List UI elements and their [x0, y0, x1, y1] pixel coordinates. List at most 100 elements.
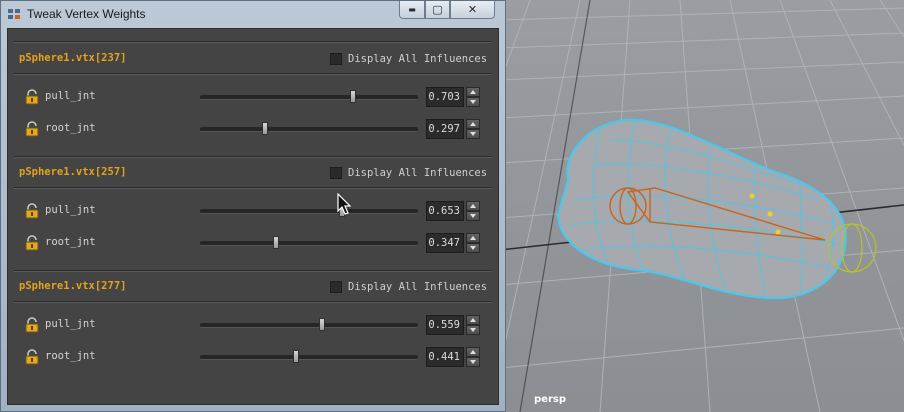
- increment-button[interactable]: [466, 119, 480, 129]
- display-all-checkbox[interactable]: [330, 167, 342, 179]
- slider-handle[interactable]: [272, 236, 279, 249]
- arrow-up-icon: [470, 90, 476, 94]
- joint-name: root_jnt: [45, 350, 96, 362]
- increment-button[interactable]: [466, 201, 480, 211]
- increment-button[interactable]: [466, 87, 480, 97]
- weight-slider[interactable]: [200, 318, 418, 332]
- arrow-up-icon: [470, 236, 476, 240]
- joint-name: pull_jnt: [45, 318, 96, 330]
- display-all-influences-toggle[interactable]: Display All Influences: [330, 280, 487, 294]
- lock-icon[interactable]: [24, 317, 40, 333]
- decrement-button[interactable]: [466, 129, 480, 139]
- decrement-button[interactable]: [466, 243, 480, 253]
- slider-track: [200, 95, 418, 100]
- joint-row: root_jnt 0.347: [8, 231, 498, 255]
- weight-spinner[interactable]: [466, 347, 480, 367]
- vertex-label: pSphere1.vtx[237]: [19, 52, 127, 64]
- weight-slider[interactable]: [200, 236, 418, 250]
- lock-icon[interactable]: [24, 349, 40, 365]
- weights-panel: pSphere1.vtx[237] Display All Influences…: [7, 28, 499, 405]
- section-divider: [14, 270, 492, 272]
- display-all-influences-toggle[interactable]: Display All Influences: [330, 166, 487, 180]
- maximize-button[interactable]: ▢: [425, 1, 450, 19]
- joint-row: pull_jnt 0.703: [8, 85, 498, 109]
- section-divider: [14, 73, 492, 75]
- display-all-checkbox[interactable]: [330, 281, 342, 293]
- arrow-up-icon: [470, 318, 476, 322]
- slider-track: [200, 323, 418, 328]
- window-title: Tweak Vertex Weights: [27, 7, 146, 21]
- decrement-button[interactable]: [466, 211, 480, 221]
- camera-label: persp: [534, 394, 566, 405]
- decrement-button[interactable]: [466, 97, 480, 107]
- display-all-influences-toggle[interactable]: Display All Influences: [330, 52, 487, 66]
- joint-row: pull_jnt 0.559: [8, 313, 498, 337]
- weight-value-field[interactable]: 0.347: [426, 233, 464, 253]
- section-divider: [14, 187, 492, 189]
- arrow-up-icon: [470, 204, 476, 208]
- display-all-label: Display All Influences: [348, 53, 488, 65]
- minimize-button[interactable]: ▬: [399, 1, 425, 19]
- weight-spinner[interactable]: [466, 233, 480, 253]
- weight-slider[interactable]: [200, 90, 418, 104]
- close-icon: ✕: [467, 3, 478, 16]
- title-bar[interactable]: Tweak Vertex Weights ▬ ▢ ✕: [1, 1, 505, 28]
- weight-value-field[interactable]: 0.653: [426, 201, 464, 221]
- slider-track: [200, 355, 418, 360]
- arrow-up-icon: [470, 350, 476, 354]
- tweak-vertex-weights-window[interactable]: Tweak Vertex Weights ▬ ▢ ✕ pSphere1.vtx[…: [0, 0, 506, 412]
- decrement-button[interactable]: [466, 357, 480, 367]
- screen: persp Tweak Vertex Weights ▬ ▢ ✕ pSphere…: [0, 0, 904, 412]
- slider-handle[interactable]: [261, 122, 268, 135]
- lock-icon[interactable]: [24, 121, 40, 137]
- arrow-down-icon: [470, 214, 476, 218]
- weight-slider[interactable]: [200, 204, 418, 218]
- slider-track: [200, 127, 418, 132]
- arrow-down-icon: [470, 132, 476, 136]
- joint-name: pull_jnt: [45, 90, 96, 102]
- weight-slider[interactable]: [200, 350, 418, 364]
- weight-value-field[interactable]: 0.297: [426, 119, 464, 139]
- close-button[interactable]: ✕: [450, 1, 495, 19]
- slider-track: [200, 209, 418, 214]
- arrow-down-icon: [470, 246, 476, 250]
- section-divider: [14, 301, 492, 303]
- viewport-scene: [500, 0, 904, 412]
- joint-row: root_jnt 0.297: [8, 117, 498, 141]
- vertex-label: pSphere1.vtx[277]: [19, 280, 127, 292]
- weight-spinner[interactable]: [466, 201, 480, 221]
- display-all-label: Display All Influences: [348, 281, 488, 293]
- minimize-icon: ▬: [408, 5, 416, 14]
- arrow-up-icon: [470, 122, 476, 126]
- decrement-button[interactable]: [466, 325, 480, 335]
- increment-button[interactable]: [466, 347, 480, 357]
- weight-spinner[interactable]: [466, 119, 480, 139]
- increment-button[interactable]: [466, 233, 480, 243]
- slider-handle[interactable]: [293, 350, 300, 363]
- maya-window-icon: [8, 9, 20, 19]
- slider-track: [200, 241, 418, 246]
- display-all-label: Display All Influences: [348, 167, 488, 179]
- weight-spinner[interactable]: [466, 87, 480, 107]
- joint-row: pull_jnt 0.653: [8, 199, 498, 223]
- slider-handle[interactable]: [318, 318, 325, 331]
- slider-handle[interactable]: [350, 90, 357, 103]
- joint-name: pull_jnt: [45, 204, 96, 216]
- weight-value-field[interactable]: 0.559: [426, 315, 464, 335]
- weight-value-field[interactable]: 0.703: [426, 87, 464, 107]
- lock-icon[interactable]: [24, 235, 40, 251]
- arrow-down-icon: [470, 100, 476, 104]
- lock-icon[interactable]: [24, 203, 40, 219]
- persp-viewport[interactable]: persp: [500, 0, 904, 412]
- section-divider: [14, 41, 492, 43]
- increment-button[interactable]: [466, 315, 480, 325]
- weight-value-field[interactable]: 0.441: [426, 347, 464, 367]
- arrow-down-icon: [470, 360, 476, 364]
- weight-slider[interactable]: [200, 122, 418, 136]
- maximize-icon: ▢: [432, 3, 443, 16]
- vertex-label: pSphere1.vtx[257]: [19, 166, 127, 178]
- weight-spinner[interactable]: [466, 315, 480, 335]
- lock-icon[interactable]: [24, 89, 40, 105]
- display-all-checkbox[interactable]: [330, 53, 342, 65]
- section-divider: [14, 156, 492, 158]
